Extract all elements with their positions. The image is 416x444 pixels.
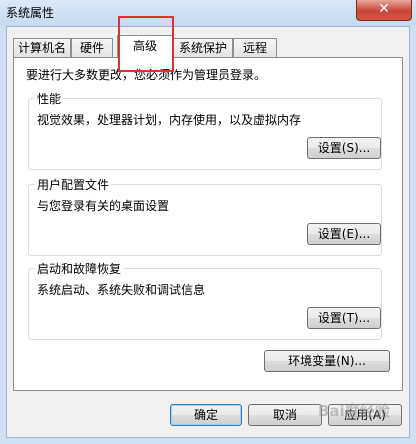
group-desc-startup-recovery: 系统启动、系统失败和调试信息 [37,283,206,297]
tab-computer-name[interactable]: 计算机名 [13,38,71,57]
window-title: 系统属性 [6,6,55,20]
group-desc-user-profiles: 与您登录有关的桌面设置 [37,199,170,213]
cancel-button[interactable]: 取消 [248,404,322,426]
group-performance: 性能 视觉效果，处理器计划，内存使用，以及虚拟内存 设置(S)... [28,90,382,170]
group-desc-performance: 视觉效果，处理器计划，内存使用，以及虚拟内存 [37,113,302,127]
close-button[interactable]: ✕ [356,0,412,21]
startup-recovery-settings-button[interactable]: 设置(T)... [307,307,381,329]
group-user-profiles: 用户配置文件 与您登录有关的桌面设置 设置(E)... [28,176,382,256]
watermark: Bai度经验 [318,402,390,420]
performance-settings-button[interactable]: 设置(S)... [307,137,381,159]
user-profiles-settings-button[interactable]: 设置(E)... [307,223,381,245]
tab-hardware[interactable]: 硬件 [71,38,113,57]
ok-button[interactable]: 确定 [170,404,242,426]
group-title-startup-recovery: 启动和故障恢复 [35,260,124,277]
title-bar: 系统属性 ✕ [0,0,416,26]
environment-variables-button[interactable]: 环境变量(N)... [264,350,390,372]
group-title-performance: 性能 [35,90,64,107]
close-icon: ✕ [378,1,390,17]
group-title-user-profiles: 用户配置文件 [35,176,112,193]
tab-system-protection[interactable]: 系统保护 [173,38,233,57]
tab-remote[interactable]: 远程 [233,38,277,57]
group-startup-recovery: 启动和故障恢复 系统启动、系统失败和调试信息 设置(T)... [28,260,382,340]
highlight-box [118,16,174,72]
